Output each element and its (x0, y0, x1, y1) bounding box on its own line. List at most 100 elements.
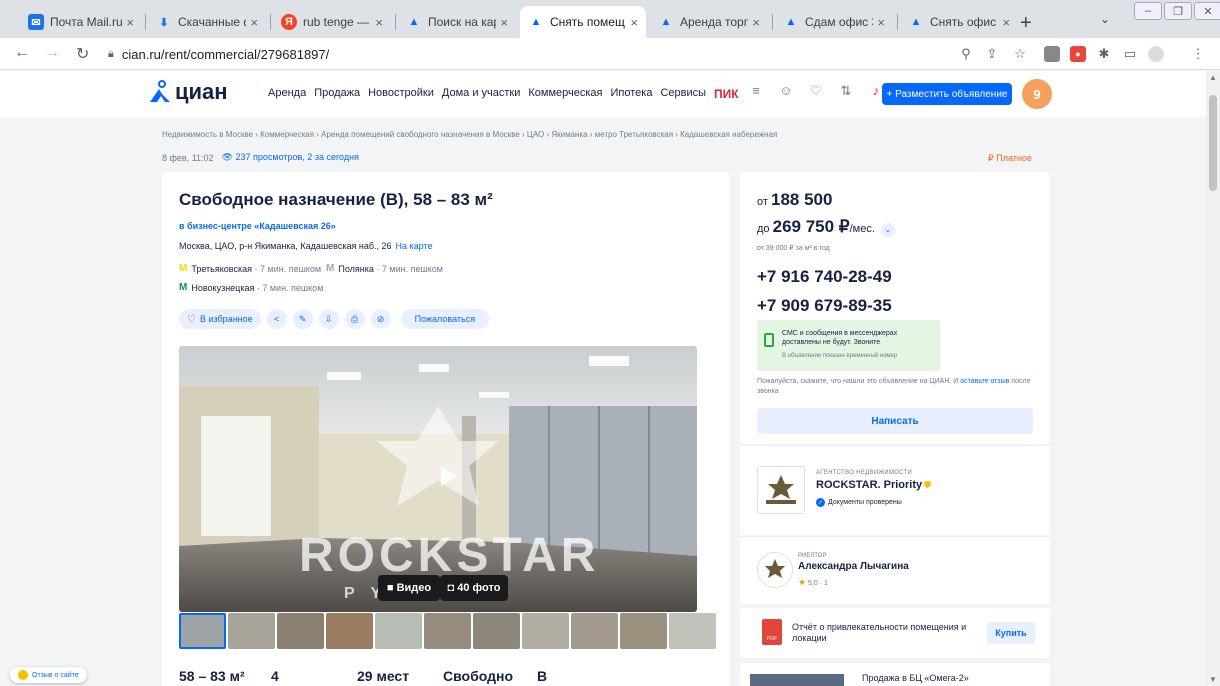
cian-logo[interactable]: циан (148, 79, 228, 105)
tab-separator (897, 14, 898, 30)
leave-review-link[interactable]: оставьте отзыв (960, 378, 1009, 385)
new-tab-button[interactable]: + (1020, 12, 1032, 35)
metro-station[interactable]: Новокузнецкая (191, 283, 254, 293)
post-ad-button[interactable]: + Разместить объявление (882, 83, 1012, 105)
metro-station[interactable]: Третьяковская (191, 264, 252, 274)
page-scrollbar[interactable]: ▲ ▼ (1206, 71, 1220, 686)
menu-icon[interactable]: ⋮ (1190, 46, 1206, 62)
scroll-up-icon[interactable]: ▲ (1209, 73, 1217, 82)
thumbnail[interactable] (228, 613, 275, 649)
nav-mortgage[interactable]: Ипотека (611, 87, 653, 101)
browser-tab[interactable]: ▲ Сдам офис 37 × (775, 6, 893, 38)
phone-number[interactable]: +7 916 740-28-49 (757, 267, 892, 287)
thumbnail[interactable] (669, 613, 716, 649)
nav-commercial[interactable]: Коммерческая (528, 87, 602, 101)
thumbnail[interactable] (375, 613, 422, 649)
thumbnail[interactable] (277, 613, 324, 649)
download-icon[interactable]: ⇩ (318, 309, 339, 329)
promo-card[interactable]: Продажа в БЦ «Омега-2» (740, 663, 1050, 686)
phone-number[interactable]: +7 909 679-89-35 (757, 296, 892, 316)
nav-rent[interactable]: Аренда (268, 87, 306, 101)
breadcrumb[interactable]: Недвижимость в Москве › Коммерческая › А… (162, 130, 777, 139)
browser-tab[interactable]: ▲ Снять офис 14 × (900, 6, 1018, 38)
thumbnail[interactable] (424, 613, 471, 649)
nav-pik[interactable]: ПИК (714, 87, 739, 101)
favorites-label: В избранное (199, 314, 253, 324)
tab-search-icon[interactable]: ⌄ (1100, 12, 1110, 26)
buy-report-button[interactable]: Купить (987, 622, 1035, 644)
close-tab-icon[interactable]: × (375, 15, 383, 30)
browser-tab[interactable]: ⬇ Скачанные фа × (148, 6, 266, 38)
thumbnail[interactable] (620, 613, 667, 649)
thumbnail[interactable] (326, 613, 373, 649)
listing-date: 8 фев, 11:02 (162, 152, 214, 163)
browser-tab[interactable]: ▲ Аренда торго × (650, 6, 768, 38)
hide-icon[interactable]: ⊘ (370, 309, 391, 329)
stat-workplaces: 29 мест (357, 668, 410, 684)
nav-new-buildings[interactable]: Новостройки (368, 87, 434, 101)
extension-icon[interactable] (1044, 46, 1060, 62)
browser-tab[interactable]: ✉ Почта Mail.ru × (20, 6, 142, 38)
forward-icon[interactable]: → (44, 44, 60, 62)
scroll-down-icon[interactable]: ▼ (1209, 675, 1217, 684)
url-field[interactable]: 🔒︎ cian.ru/rent/commercial/279681897/ (108, 42, 1008, 66)
site-feedback-button[interactable]: Отзыв о сайте (10, 667, 87, 683)
browser-tab[interactable]: ▲ Поиск на карт × (398, 6, 516, 38)
puzzle-icon[interactable]: ✱ (1096, 46, 1112, 62)
chat-icon[interactable]: ☺ (778, 83, 794, 99)
views-count[interactable]: 👁︎ 237 просмотров, 2 за сегодня (222, 152, 359, 163)
favorites-heart-icon[interactable]: ♡ (808, 83, 824, 99)
thumbnail[interactable] (571, 613, 618, 649)
close-window-icon[interactable]: ✕ (1194, 2, 1220, 20)
photos-button[interactable]: ◘ 40 фото (440, 575, 508, 601)
video-label: Видео (396, 582, 432, 594)
thumbnail-video[interactable] (179, 613, 226, 649)
edit-note-icon[interactable]: ✎ (292, 309, 313, 329)
minimize-icon[interactable]: – (1134, 2, 1162, 20)
business-center-link[interactable]: в бизнес-центре «Кадашевская 26» (179, 221, 336, 231)
chevron-down-icon[interactable]: ⌄ (880, 223, 895, 237)
share-button[interactable]: < (266, 309, 287, 329)
realtor-card[interactable]: РИЕЛТОР Александра Лычагина ★ 5,0 · 1 (740, 536, 1050, 604)
scrollbar-thumb[interactable] (1209, 95, 1217, 191)
zoom-icon[interactable]: ⚲ (958, 46, 974, 62)
add-to-favorites-button[interactable]: ♡ В избранное (179, 309, 261, 329)
close-tab-icon[interactable]: × (630, 15, 638, 30)
thumbnail[interactable] (473, 613, 520, 649)
video-button[interactable]: ■ Видео (378, 575, 440, 601)
reload-icon[interactable]: ↻ (76, 44, 89, 64)
compare-icon[interactable]: ⇅ (838, 83, 854, 99)
share-icon[interactable]: ⇪ (984, 46, 1000, 62)
close-tab-icon[interactable]: × (752, 15, 760, 30)
restore-icon[interactable]: ❐ (1164, 2, 1192, 20)
site-header: циан Аренда Продажа Новостройки Дома и у… (0, 71, 1206, 117)
close-tab-icon[interactable]: × (1002, 15, 1010, 30)
user-avatar[interactable]: 9 (1022, 79, 1052, 109)
browser-tab-active[interactable]: ▲ Снять помещ × (520, 6, 646, 38)
profile-icon[interactable] (1148, 46, 1164, 62)
nav-houses[interactable]: Дома и участки (442, 87, 520, 101)
shield-icon: ⛊ (924, 480, 931, 490)
browser-tab[interactable]: Я rub tenge — Я × (273, 6, 391, 38)
close-tab-icon[interactable]: × (500, 15, 508, 30)
close-tab-icon[interactable]: × (250, 15, 258, 30)
close-tab-icon[interactable]: × (126, 15, 134, 30)
back-icon[interactable]: ← (14, 44, 30, 62)
thumbnail[interactable] (522, 613, 569, 649)
write-message-button[interactable]: Написать (757, 408, 1033, 434)
print-icon[interactable]: ⎙ (344, 309, 365, 329)
agency-card[interactable]: АГЕНТСТВО НЕДВИЖИМОСТИ ROCKSTAR. Priorit… (740, 445, 1050, 535)
realtor-name[interactable]: Александра Лычагина (798, 561, 909, 572)
close-tab-icon[interactable]: × (877, 15, 885, 30)
report-button[interactable]: Пожаловаться (400, 309, 490, 329)
bookmark-star-icon[interactable]: ☆ (1012, 46, 1028, 62)
agency-name[interactable]: ROCKSTAR. Priority ⛊ (816, 479, 931, 491)
sidepanel-icon[interactable]: ▭ (1122, 46, 1138, 62)
nav-sale[interactable]: Продажа (314, 87, 360, 101)
metro-station[interactable]: Полянка (338, 264, 374, 274)
extension-record-icon[interactable]: ● (1070, 46, 1086, 62)
compare-list-icon[interactable]: ≡ (748, 83, 764, 99)
on-map-link[interactable]: На карте (396, 241, 433, 251)
nav-services[interactable]: Сервисы (660, 87, 706, 101)
main-photo[interactable]: ROCKSTAR P Y (179, 346, 697, 612)
